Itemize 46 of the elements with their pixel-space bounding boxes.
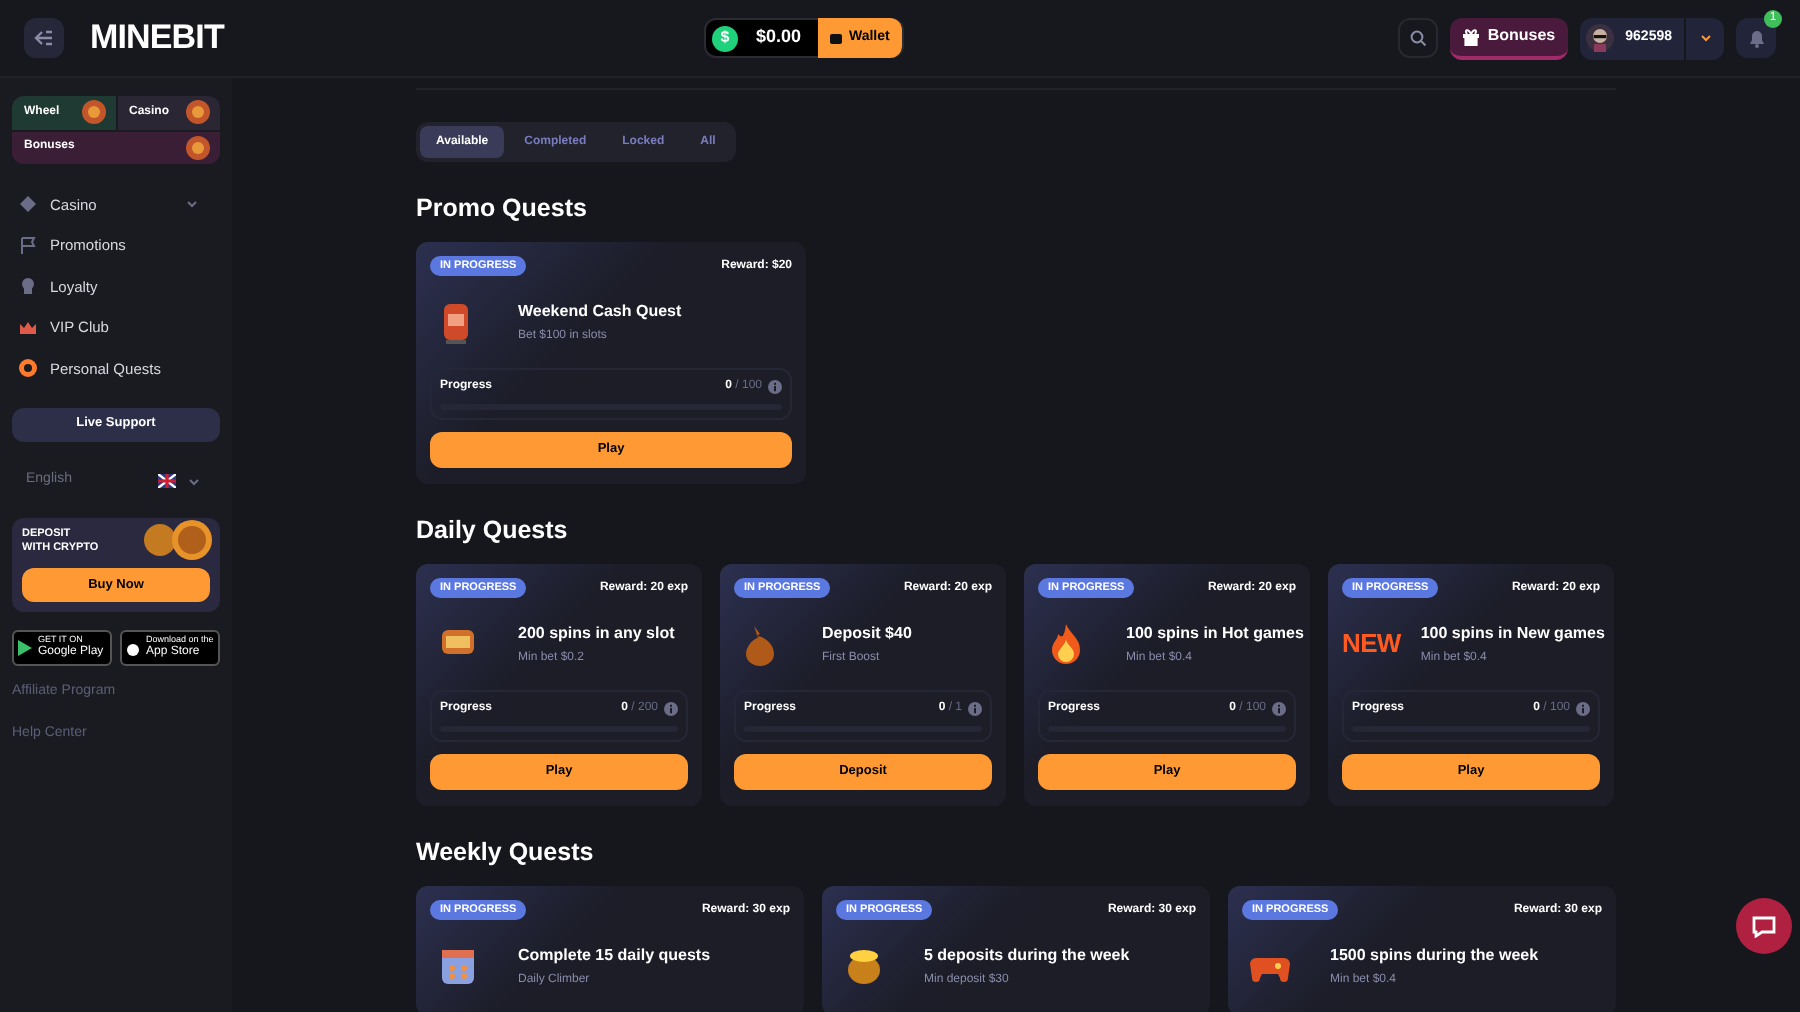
quest-title: 100 spins in New games: [1420, 621, 1605, 646]
promo-art-icon: [79, 98, 107, 126]
info-icon: [1576, 702, 1590, 717]
avatar-icon: [1585, 24, 1614, 52]
wallet-icon: [830, 33, 843, 43]
quest-title: Weekend Cash Quest: [518, 299, 682, 323]
bonuses-button[interactable]: Bonuses: [1449, 17, 1568, 59]
search-button[interactable]: [1397, 18, 1438, 58]
balance-amount: $0.00: [753, 24, 803, 51]
nav-icon: [18, 194, 38, 215]
new-label-icon: NEW: [1342, 624, 1401, 664]
collapse-button[interactable]: [24, 18, 64, 58]
play-icon: [18, 639, 32, 655]
nav-icon: [18, 358, 38, 379]
nav-icon: [18, 235, 38, 256]
info-icon: [968, 702, 982, 717]
section-heading: Promo Quests: [416, 192, 589, 224]
promo-art-icon: [184, 133, 212, 161]
gift-icon: [1461, 27, 1480, 45]
currency-icon: $: [711, 25, 738, 51]
logo: MINEBIT: [90, 16, 224, 61]
chevron-down-icon: [188, 477, 200, 485]
chevron-down-icon: [1699, 34, 1711, 42]
quest-title: 1500 spins during the week: [1330, 943, 1539, 968]
chat-icon: [1752, 915, 1776, 937]
info-icon: [664, 702, 678, 717]
quest-title: Deposit $40: [822, 621, 912, 646]
quest-title: Complete 15 daily quests: [518, 943, 711, 968]
quest-title: 5 deposits during the week: [924, 943, 1130, 968]
info-icon: [768, 380, 782, 394]
pot-icon: [844, 944, 884, 989]
flag-icon: [158, 474, 176, 488]
collapse-icon: [34, 30, 54, 46]
chat-button[interactable]: [1736, 898, 1792, 954]
promo-art-icon: [184, 98, 212, 126]
quest-title: 100 spins in Hot games: [1126, 621, 1304, 646]
info-icon: [1272, 702, 1286, 717]
section-heading: Daily Quests: [416, 514, 570, 547]
bell-icon: [1747, 28, 1765, 48]
search-icon: [1409, 30, 1426, 46]
section-heading: Weekly Quests: [416, 836, 596, 869]
flame-icon: [1046, 622, 1086, 667]
nav-icon: [18, 317, 38, 338]
nav-icon: [18, 276, 38, 297]
quest-title: 200 spins in any slot: [518, 621, 675, 646]
calendar-icon: [438, 944, 478, 989]
